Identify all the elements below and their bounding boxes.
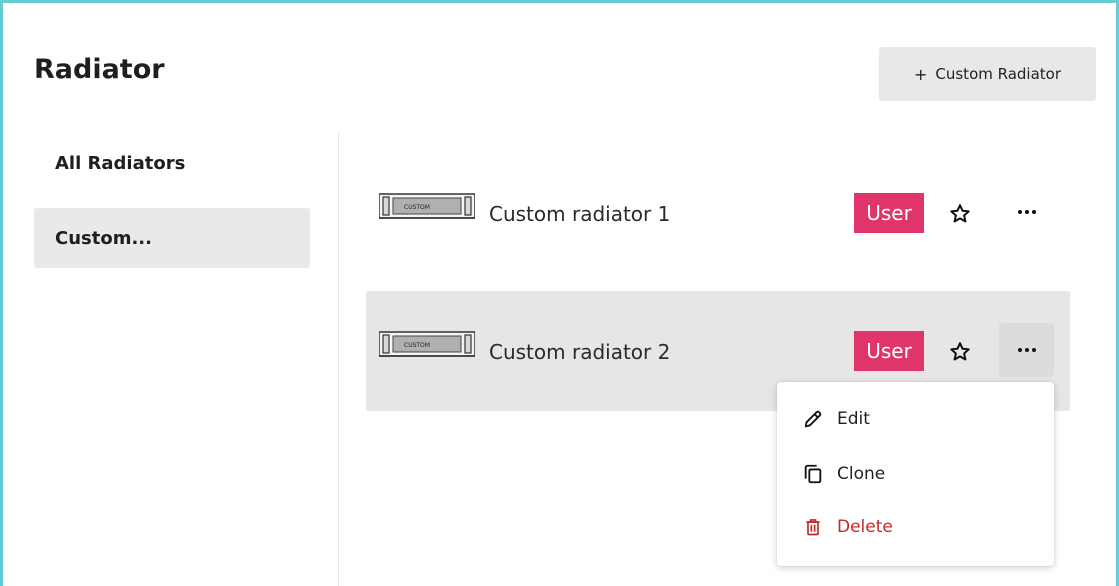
more-options-button[interactable] [999,185,1054,239]
menu-item-clone[interactable]: Clone [777,449,1054,499]
more-horizontal-icon [1017,348,1036,352]
menu-item-label: Clone [837,464,886,484]
divider [338,133,339,586]
user-badge: User [854,193,924,233]
sidebar-item-label: All Radiators [55,152,186,174]
menu-item-delete[interactable]: Delete [777,502,1054,552]
add-custom-radiator-label: Custom Radiator [935,65,1062,83]
menu-item-edit[interactable]: Edit [777,394,1054,444]
radiator-row[interactable]: CUSTOM Custom radiator 1 User [366,153,1070,273]
user-badge: User [854,331,924,371]
more-options-button[interactable] [999,323,1054,377]
menu-item-label: Edit [837,409,870,429]
context-menu: Edit Clone Delete [777,382,1054,566]
plus-icon: + [913,64,928,84]
thumbnail-label: CUSTOM [404,342,430,349]
radiator-thumbnail: CUSTOM [379,331,475,357]
star-outline-icon[interactable] [948,340,972,364]
radiator-name: Custom radiator 2 [489,340,671,364]
sidebar-item-label: Custom... [55,227,152,249]
pencil-icon [801,407,825,431]
radiator-thumbnail: CUSTOM [379,193,475,219]
copy-icon [801,462,825,486]
star-outline-icon[interactable] [948,202,972,226]
sidebar-item-all-radiators[interactable]: All Radiators [34,133,310,193]
radiator-name: Custom radiator 1 [489,202,671,226]
trash-icon [801,515,825,539]
menu-item-label: Delete [837,517,893,537]
page-title: Radiator [34,54,165,85]
more-horizontal-icon [1017,210,1036,214]
thumbnail-label: CUSTOM [404,204,430,211]
sidebar-item-custom[interactable]: Custom... [34,208,310,268]
add-custom-radiator-button[interactable]: + Custom Radiator [879,47,1096,101]
